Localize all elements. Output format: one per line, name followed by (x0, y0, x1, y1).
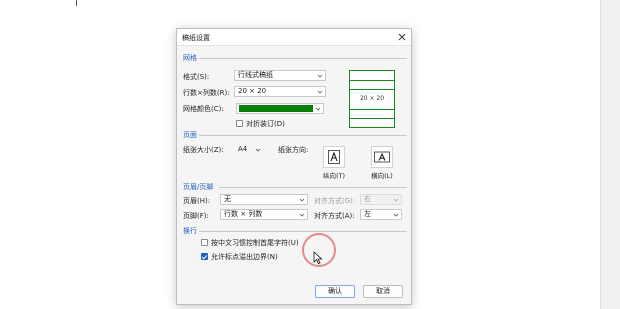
header-dropdown[interactable]: 无 (220, 194, 308, 205)
grid-preview: 20 × 20 (349, 70, 395, 128)
dialog-titlebar: 稿纸设置 (177, 29, 411, 46)
landscape-page-icon (374, 151, 390, 163)
portrait-label: 纵向(T) (322, 172, 346, 180)
section-heading-grid: 网格 (183, 54, 197, 62)
footer-dropdown[interactable]: 行数 × 列数 (220, 209, 308, 220)
paper-size-value: A4 (238, 145, 248, 153)
chevron-down-icon (299, 198, 305, 202)
rows-cols-label: 行数×列数(R): (183, 89, 230, 97)
format-value: 行线式稿纸 (238, 71, 273, 79)
chevron-down-icon (317, 74, 323, 78)
section-heading-header-footer: 页眉/页脚 (183, 183, 214, 191)
section-divider (199, 58, 407, 59)
chevron-down-icon (393, 213, 399, 217)
paper-settings-dialog: 稿纸设置 网格 格式(S): 行线式稿纸 行数×列数(R): 20 × 20 网… (176, 28, 412, 305)
section-divider (219, 187, 407, 188)
footer-value: 行数 × 列数 (224, 210, 263, 218)
portrait-page-icon (328, 150, 340, 164)
landscape-button[interactable] (371, 146, 393, 168)
section-divider (199, 135, 407, 136)
text-caret (76, 0, 77, 6)
fold-binding-checkbox[interactable] (236, 120, 243, 127)
close-icon[interactable] (396, 31, 408, 43)
rows-cols-dropdown[interactable]: 20 × 20 (234, 86, 326, 97)
chevron-down-icon (299, 213, 305, 217)
footer-align-label: 对齐方式(A): (314, 212, 355, 220)
chinese-rules-checkbox[interactable] (201, 239, 208, 246)
section-divider (199, 231, 407, 232)
mouse-pointer-icon (313, 251, 323, 265)
chevron-down-icon (255, 148, 261, 152)
grid-preview-line (350, 118, 394, 119)
ok-button[interactable]: 确认 (315, 285, 355, 298)
footer-label: 页脚(F): (183, 212, 209, 220)
footer-align-dropdown[interactable]: 左 (360, 209, 402, 220)
grid-color-picker[interactable] (236, 103, 324, 114)
rows-cols-value: 20 × 20 (238, 87, 267, 95)
footer-align-value: 左 (364, 210, 371, 218)
grid-preview-label: 20 × 20 (350, 95, 394, 102)
chevron-down-icon (317, 90, 323, 94)
section-heading-line-break: 换行 (183, 227, 197, 235)
window-edge (600, 0, 620, 309)
header-align-dropdown: 右 (360, 194, 402, 205)
header-value: 无 (224, 195, 231, 203)
chevron-down-icon (315, 107, 321, 111)
allow-punct-overflow-label: 允许标点溢出边界(N) (211, 253, 278, 261)
chevron-down-icon (393, 198, 399, 202)
header-label: 页眉(H): (183, 197, 211, 205)
grid-preview-line (350, 80, 394, 81)
section-heading-page: 页面 (183, 131, 197, 139)
format-label: 格式(S): (183, 73, 210, 81)
format-dropdown[interactable]: 行线式稿纸 (234, 70, 326, 81)
dialog-title: 稿纸设置 (182, 34, 210, 42)
paper-size-dropdown[interactable]: A4 (234, 144, 264, 155)
portrait-button[interactable] (323, 146, 345, 168)
grid-color-label: 网格颜色(C): (183, 105, 224, 113)
paper-size-label: 纸张大小(Z): (183, 146, 224, 154)
header-align-value: 右 (364, 195, 371, 203)
fold-binding-label: 对折装订(D) (246, 120, 285, 128)
allow-punct-overflow-checkbox[interactable] (201, 253, 208, 260)
orientation-label: 纸张方向: (278, 146, 309, 154)
header-align-label: 对齐方式(G): (314, 197, 356, 205)
landscape-label: 横向(L) (371, 172, 393, 180)
cancel-button[interactable]: 取消 (363, 285, 403, 298)
grid-color-fill (239, 105, 313, 112)
grid-preview-line (350, 89, 394, 90)
chinese-rules-label: 按中文习惯控制首尾字符(U) (211, 239, 299, 247)
grid-preview-line (350, 109, 394, 110)
